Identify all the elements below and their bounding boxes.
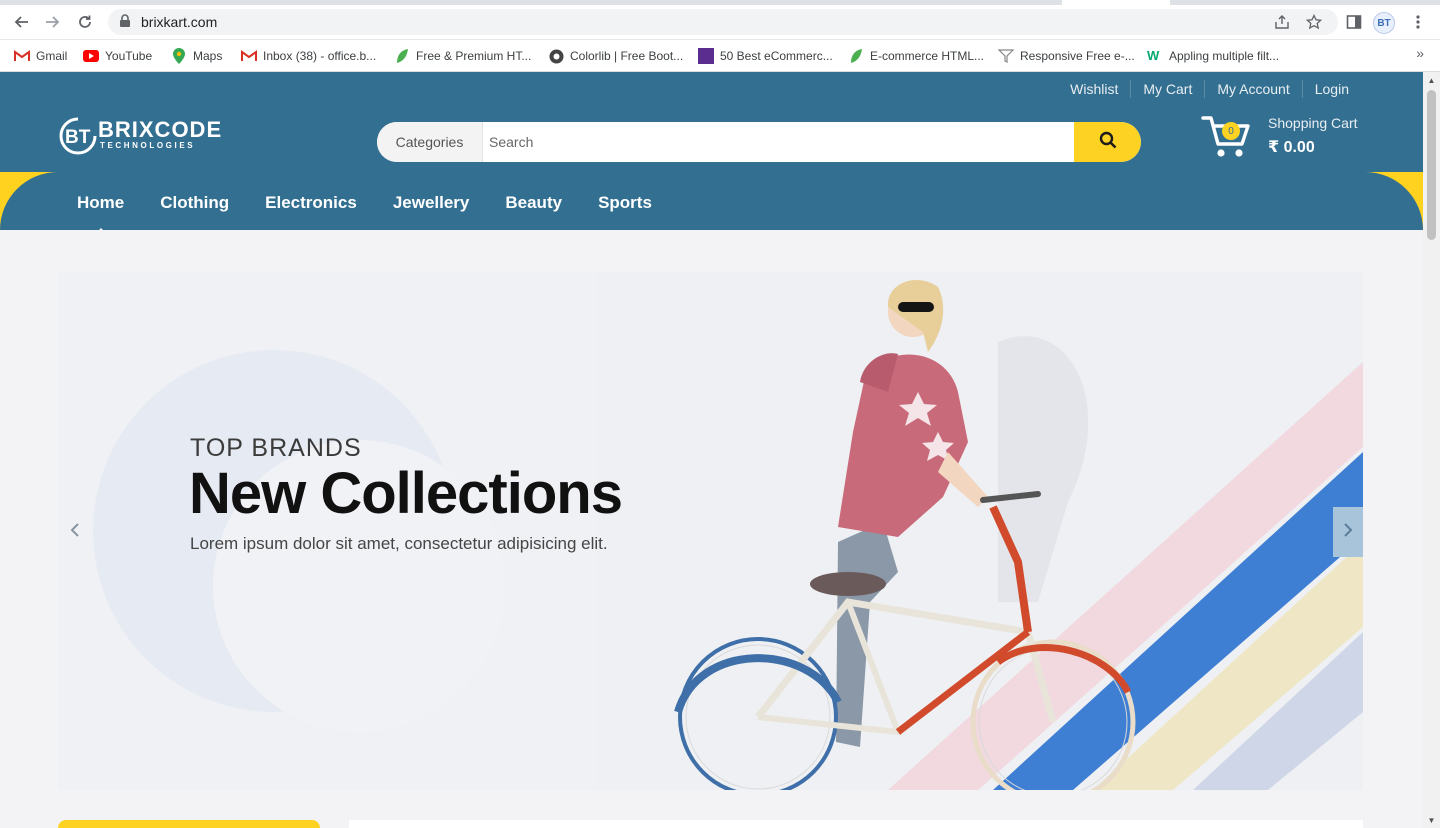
address-bar[interactable]: brixkart.com [108, 9, 1338, 35]
bookmark-maps[interactable]: Maps [171, 46, 222, 66]
hero-subtitle: Lorem ipsum dolor sit amet, consectetur … [190, 534, 608, 553]
bookmark-label: Responsive Free e-... [1020, 49, 1135, 63]
colorlib-square-icon [698, 48, 714, 64]
scrollbar-thumb[interactable] [1427, 90, 1436, 240]
bookmarks-bar: Gmail YouTube Maps Inbox (38) - office.b… [0, 40, 1440, 72]
share-icon[interactable] [1270, 10, 1294, 34]
search-input[interactable] [484, 122, 1074, 162]
bookmark-gmail[interactable]: Gmail [14, 46, 67, 66]
nav-home[interactable]: Home [59, 184, 142, 230]
bookmark-label: Appling multiple filt... [1169, 49, 1280, 63]
nav-beauty[interactable]: Beauty [487, 184, 580, 222]
lock-icon [119, 14, 131, 33]
categories-dropdown[interactable]: Categories [377, 122, 483, 162]
search-bar: Categories [377, 122, 1141, 162]
reload-icon[interactable] [73, 10, 97, 34]
colorlib-icon [548, 48, 564, 64]
bookmark-label: Free & Premium HT... [416, 49, 532, 63]
svg-text:BT: BT [65, 127, 91, 148]
svg-text:W: W [1147, 48, 1160, 63]
scroll-down-icon[interactable]: ▼ [1423, 812, 1440, 828]
site-logo[interactable]: BT BRIXCODE TECHNOLOGIES [58, 116, 223, 155]
bookmark-50-best[interactable]: 50 Best eCommerc... [698, 46, 833, 66]
cart-label: Shopping Cart [1268, 115, 1358, 131]
hero-slider: TOP BRANDS New Collections Lorem ipsum d… [58, 272, 1363, 790]
logo-mark-icon: BT [58, 116, 97, 155]
w3schools-icon: W [1147, 48, 1163, 64]
bookmark-star-icon[interactable] [1302, 10, 1326, 34]
bookmark-inbox[interactable]: Inbox (38) - office.b... [241, 46, 376, 66]
search-button[interactable] [1074, 122, 1141, 162]
tab-strip [0, 0, 1440, 5]
bookmark-label: E-commerce HTML... [870, 49, 985, 63]
browser-toolbar: brixkart.com BT [0, 0, 1440, 40]
side-panel-icon[interactable] [1342, 10, 1366, 34]
main-nav: Home Clothing Electronics Jewellery Beau… [59, 184, 670, 230]
logo-name: BRIXCODE [98, 117, 223, 142]
nav-jewellery[interactable]: Jewellery [375, 184, 488, 222]
bookmark-label: Gmail [36, 49, 68, 63]
back-icon[interactable] [9, 10, 33, 34]
wishlist-link[interactable]: Wishlist [1058, 80, 1130, 98]
nav-sports[interactable]: Sports [580, 184, 670, 222]
page-scrollbar[interactable]: ▲ ▼ [1423, 72, 1440, 828]
maps-icon [171, 48, 187, 64]
shopping-cart[interactable]: 0 Shopping Cart ₹ 0.00 [1200, 110, 1380, 162]
funnel-icon [998, 48, 1014, 64]
bookmark-label: YouTube [105, 49, 153, 63]
cart-count-badge: 0 [1222, 122, 1240, 140]
slider-next-button[interactable] [1333, 507, 1363, 557]
page-viewport: Wishlist My Cart My Account Login BT BRI… [0, 72, 1423, 828]
leaf-icon [394, 48, 410, 64]
cart-amount: ₹ 0.00 [1268, 139, 1315, 156]
profile-avatar[interactable]: BT [1373, 12, 1395, 34]
forward-icon[interactable] [41, 10, 65, 34]
gmail-icon [241, 48, 257, 64]
menu-kebab-icon[interactable] [1406, 10, 1430, 34]
login-link[interactable]: Login [1301, 80, 1361, 98]
bookmark-ecommerce-html[interactable]: E-commerce HTML... [848, 46, 984, 66]
chevron-right-icon [1343, 522, 1353, 543]
more-bookmarks-button[interactable]: » [1416, 45, 1424, 61]
youtube-icon [83, 48, 99, 64]
bookmark-youtube[interactable]: YouTube [83, 46, 152, 66]
scroll-up-icon[interactable]: ▲ [1423, 72, 1440, 88]
my-cart-link[interactable]: My Cart [1130, 80, 1204, 98]
bookmark-label: Inbox (38) - office.b... [263, 49, 377, 63]
nav-electronics[interactable]: Electronics [247, 184, 375, 222]
my-account-link[interactable]: My Account [1204, 80, 1301, 98]
bookmark-free-premium[interactable]: Free & Premium HT... [394, 46, 531, 66]
active-tab[interactable] [1062, 0, 1170, 5]
site-header: Wishlist My Cart My Account Login BT BRI… [0, 72, 1423, 230]
gmail-icon [14, 48, 30, 64]
section-panel [349, 820, 1363, 828]
leaf-icon [848, 48, 864, 64]
nav-clothing[interactable]: Clothing [142, 184, 247, 222]
hero-title: New Collections [189, 461, 623, 526]
bookmark-label: 50 Best eCommerc... [720, 49, 833, 63]
hero-kicker: TOP BRANDS [190, 434, 362, 462]
chevron-left-icon [70, 522, 80, 543]
search-icon [1099, 131, 1117, 154]
slider-prev-button[interactable] [60, 507, 90, 557]
top-links: Wishlist My Cart My Account Login [1058, 80, 1361, 98]
bookmark-appling[interactable]: W Appling multiple filt... [1147, 46, 1279, 66]
bookmark-label: Colorlib | Free Boot... [570, 49, 684, 63]
logo-tagline: TECHNOLOGIES [100, 141, 196, 150]
section-tab-accent [58, 820, 320, 828]
bookmark-responsive[interactable]: Responsive Free e-... [998, 46, 1135, 66]
hero-image-woman-bicycle [674, 279, 1363, 790]
bookmark-label: Maps [193, 49, 223, 63]
bookmark-colorlib[interactable]: Colorlib | Free Boot... [548, 46, 683, 66]
url-text: brixkart.com [141, 14, 218, 30]
